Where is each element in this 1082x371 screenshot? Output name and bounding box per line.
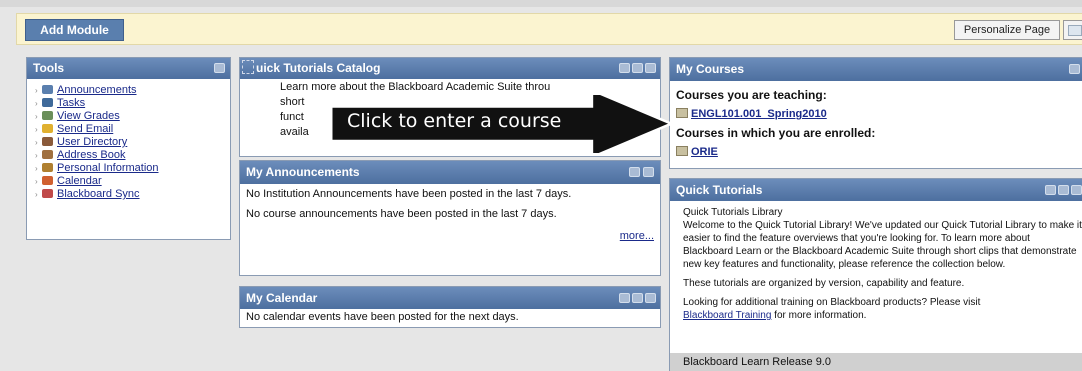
course-link-label[interactable]: ENGL101.001_Spring2010 xyxy=(691,108,827,120)
teaching-heading: Courses you are teaching: xyxy=(676,88,827,102)
course-announcements-text: No course announcements have been posted… xyxy=(246,208,557,220)
tools-item-label[interactable]: Address Book xyxy=(57,149,125,161)
calendar-icon xyxy=(42,176,53,185)
tools-item-address-book[interactable]: › Address Book xyxy=(35,149,230,162)
chevron-right-icon: › xyxy=(35,112,38,121)
tools-item-label[interactable]: Blackboard Sync xyxy=(57,188,140,200)
tools-item-view-grades[interactable]: › View Grades xyxy=(35,110,230,123)
address-book-icon xyxy=(42,150,53,159)
minimize-icon[interactable] xyxy=(643,167,654,177)
chevron-right-icon: › xyxy=(35,138,38,147)
tools-item-personal-information[interactable]: › Personal Information xyxy=(35,162,230,175)
course-icon xyxy=(676,108,688,118)
chevron-right-icon: › xyxy=(35,177,38,186)
close-icon[interactable] xyxy=(645,63,656,73)
tools-item-calendar[interactable]: › Calendar xyxy=(35,175,230,188)
tools-list: › Announcements › Tasks › View Grades › Send Em… xyxy=(27,79,230,201)
calendar-header: My Calendar xyxy=(240,287,660,309)
course-link-label[interactable]: ORIE xyxy=(691,146,718,158)
personal-info-icon xyxy=(42,163,53,172)
quick-tutorials-title: Quick Tutorials xyxy=(676,183,763,197)
course-link-orie[interactable]: ORIE xyxy=(670,143,1082,161)
calendar-title: My Calendar xyxy=(246,291,318,305)
layout-icon[interactable] xyxy=(1063,20,1082,40)
settings-icon[interactable] xyxy=(1069,64,1080,74)
my-calendar-module: My Calendar No calendar events have been… xyxy=(239,286,661,328)
page-toolbar xyxy=(16,13,1082,45)
tools-item-label[interactable]: Calendar xyxy=(57,175,102,187)
tools-item-label[interactable]: Announcements xyxy=(57,84,137,96)
sync-icon xyxy=(42,189,53,198)
grades-icon xyxy=(42,111,53,120)
tasks-icon xyxy=(42,98,53,107)
bottom-left-area xyxy=(239,332,661,371)
email-icon xyxy=(42,124,53,133)
chevron-right-icon: › xyxy=(35,125,38,134)
quick-tutorials-module: Quick Tutorials Quick Tutorials Library … xyxy=(669,178,1082,371)
tutorials-library-title: Quick Tutorials Library xyxy=(683,207,783,218)
settings-icon[interactable] xyxy=(629,167,640,177)
course-icon xyxy=(676,146,688,156)
blackboard-training-link[interactable]: Blackboard Training xyxy=(683,310,771,321)
announcements-header: My Announcements xyxy=(240,161,660,184)
calendar-body: No calendar events have been posted for … xyxy=(240,309,660,327)
settings-icon[interactable] xyxy=(619,293,630,303)
my-courses-title: My Courses xyxy=(676,62,745,76)
release-footer: Blackboard Learn Release 9.0 xyxy=(670,353,1082,371)
close-icon[interactable] xyxy=(1071,185,1082,195)
tutorials-organization-text: These tutorials are organized by version… xyxy=(683,278,965,289)
minimize-icon[interactable] xyxy=(632,293,643,303)
tools-header: Tools xyxy=(27,58,230,79)
tools-item-label[interactable]: User Directory xyxy=(57,136,127,148)
edit-icon[interactable] xyxy=(1045,185,1056,195)
top-strip xyxy=(0,0,1082,7)
tools-item-blackboard-sync[interactable]: › Blackboard Sync xyxy=(35,188,230,201)
tools-item-label[interactable]: View Grades xyxy=(57,110,120,122)
institution-announcements-text: No Institution Announcements have been p… xyxy=(246,188,572,200)
tools-item-label[interactable]: Tasks xyxy=(57,97,85,109)
callout-text: Click to enter a course xyxy=(347,110,562,132)
tools-title: Tools xyxy=(33,61,65,75)
edit-icon[interactable] xyxy=(619,63,630,73)
chevron-right-icon: › xyxy=(35,151,38,160)
tutorials-catalog-header: uick Tutorials Catalog xyxy=(240,58,660,79)
my-courses-module: My Courses Courses you are teaching: ENG… xyxy=(669,57,1082,169)
tools-item-label[interactable]: Send Email xyxy=(57,123,113,135)
tools-item-tasks[interactable]: › Tasks xyxy=(35,97,230,110)
announcement-icon xyxy=(42,85,53,94)
tools-item-send-email[interactable]: › Send Email xyxy=(35,123,230,136)
announcements-title: My Announcements xyxy=(246,165,360,179)
personalize-page-button[interactable]: Personalize Page xyxy=(954,20,1060,40)
minimize-icon[interactable] xyxy=(214,63,225,73)
minimize-icon[interactable] xyxy=(632,63,643,73)
announcements-module: My Announcements No Institution Announce… xyxy=(239,160,661,276)
chevron-right-icon: › xyxy=(35,190,38,199)
add-module-button[interactable]: Add Module xyxy=(25,19,124,41)
tools-module: Tools › Announcements › Tasks › View Grades › S… xyxy=(26,57,231,240)
tools-item-announcements[interactable]: › Announcements xyxy=(35,84,230,97)
announcements-more-link[interactable]: more... xyxy=(620,230,654,242)
quick-tutorials-header: Quick Tutorials xyxy=(670,179,1082,201)
my-courses-header: My Courses xyxy=(670,58,1082,81)
minimize-icon[interactable] xyxy=(1058,185,1069,195)
chevron-right-icon: › xyxy=(35,86,38,95)
course-link-engl101[interactable]: ENGL101.001_Spring2010 xyxy=(670,105,1082,123)
user-directory-icon xyxy=(42,137,53,146)
close-icon[interactable] xyxy=(645,293,656,303)
tutorials-training-text: Looking for additional training on Black… xyxy=(683,297,981,321)
enrolled-heading: Courses in which you are enrolled: xyxy=(676,126,876,140)
tools-item-label[interactable]: Personal Information xyxy=(57,162,159,174)
drag-handle-icon[interactable] xyxy=(242,60,254,74)
chevron-right-icon: › xyxy=(35,164,38,173)
calendar-empty-text: No calendar events have been posted for … xyxy=(246,311,519,323)
tutorials-catalog-title: uick Tutorials Catalog xyxy=(256,61,381,75)
tools-item-user-directory[interactable]: › User Directory xyxy=(35,136,230,149)
tutorials-intro-text: Welcome to the Quick Tutorial Library! W… xyxy=(683,220,1082,270)
chevron-right-icon: › xyxy=(35,99,38,108)
